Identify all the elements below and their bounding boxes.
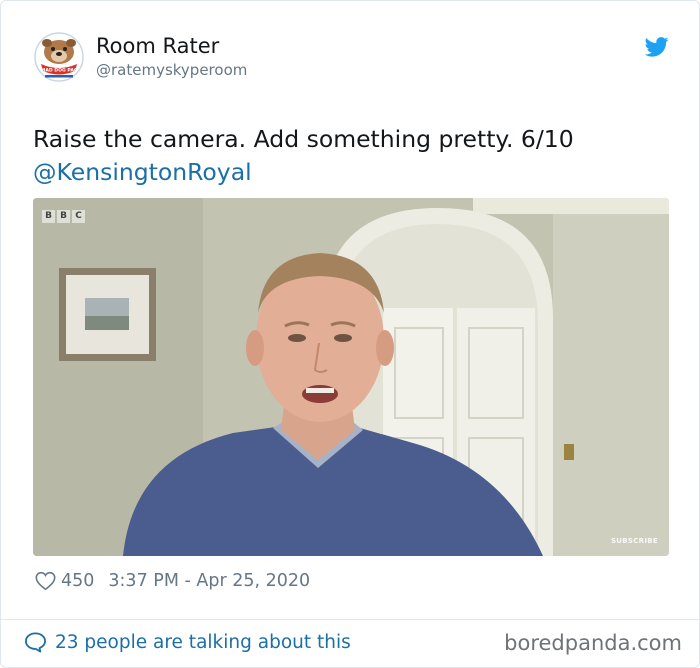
heart-outline-icon[interactable] (35, 571, 56, 591)
footer-divider (1, 619, 700, 620)
bbc-logo-letter: B (57, 210, 70, 223)
bbc-logo: B B C (42, 210, 85, 223)
author-display-name[interactable]: Room Rater (96, 34, 219, 58)
tweet-timestamp[interactable]: 3:37 PM - Apr 25, 2020 (108, 571, 310, 591)
svg-text:MAD DOG PAC: MAD DOG PAC (41, 68, 78, 74)
tweet-header: MAD DOG PAC Room Rater @ratemyskyperoom (33, 31, 673, 91)
avatar[interactable]: MAD DOG PAC (33, 31, 85, 83)
tweet-body: Raise the camera. Add something pretty. … (33, 125, 574, 153)
tweet-media-image[interactable]: B B C SUBSCRIBE (33, 198, 669, 556)
boredpanda-watermark: boredpanda.com (504, 631, 682, 655)
conversation-text: 23 people are talking about this (55, 631, 351, 653)
twitter-bird-icon[interactable] (645, 36, 669, 58)
speech-bubble-icon (25, 632, 46, 653)
tweet-meta: 450 3:37 PM - Apr 25, 2020 (35, 569, 310, 593)
video-call-photo (33, 198, 669, 556)
mention-link[interactable]: @KensingtonRoyal (33, 156, 663, 189)
like-count[interactable]: 450 (61, 571, 94, 591)
author-handle[interactable]: @ratemyskyperoom (96, 61, 247, 79)
conversation-link[interactable]: 23 people are talking about this (24, 631, 351, 653)
bbc-logo-letter: C (72, 210, 85, 223)
tweet-text: Raise the camera. Add something pretty. … (33, 123, 663, 189)
tweet-card: MAD DOG PAC Room Rater @ratemyskyperoom … (0, 0, 700, 668)
bbc-logo-letter: B (42, 210, 55, 223)
bulldog-mascot-logo-icon: MAD DOG PAC (34, 32, 84, 82)
subscribe-overlay: SUBSCRIBE (610, 537, 658, 545)
